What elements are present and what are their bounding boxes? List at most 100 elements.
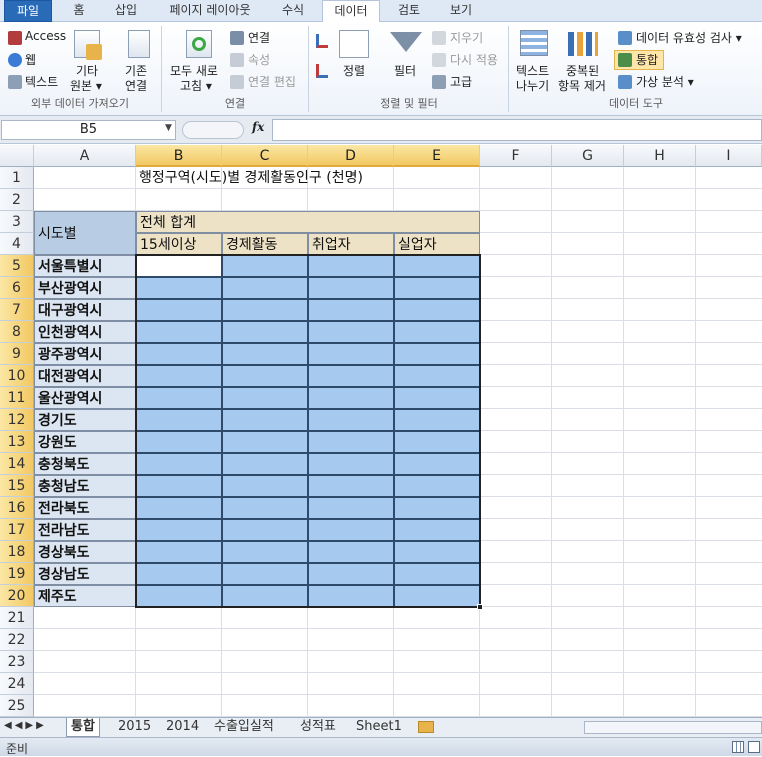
row-header[interactable]: 20 [0,585,34,607]
row-header[interactable]: 13 [0,431,34,453]
existing-connections-label-2[interactable]: 연결 [125,77,147,94]
column-header-c[interactable]: C [222,145,308,167]
row-header[interactable]: 21 [0,607,34,629]
tab-view[interactable]: 보기 [440,0,482,22]
connections-button[interactable]: 연결 [248,29,270,46]
advanced-filter-button[interactable]: 고급 [450,73,472,90]
row-header[interactable]: 24 [0,673,34,695]
other-sources-label-2[interactable]: 원본 ▾ [70,77,102,94]
row-header[interactable]: 14 [0,453,34,475]
properties-button[interactable]: 속성 [248,51,270,68]
row-header[interactable]: 9 [0,343,34,365]
column-header-e[interactable]: E [394,145,480,167]
sub-header-cell[interactable]: 15세이상 [136,233,222,255]
row-header[interactable]: 5 [0,255,34,277]
row-header[interactable]: 10 [0,365,34,387]
row-header[interactable]: 12 [0,409,34,431]
tab-home[interactable]: 홈 [62,0,96,22]
sort-button[interactable]: 정렬 [343,62,365,79]
region-cell[interactable]: 서울특별시 [34,255,136,277]
worksheet-grid[interactable]: A B C D E F G H I 1 2 3 4 5 6 7 8 9 10 11 12 13 14 15 16 17 18 19 20… [0,145,762,717]
row-header[interactable]: 2 [0,189,34,211]
row-header[interactable]: 15 [0,475,34,497]
tab-insert[interactable]: 삽입 [106,0,146,22]
fill-handle[interactable] [477,604,483,610]
sheet-tab-2015[interactable]: 2015 [114,718,155,737]
filter-button[interactable]: 필터 [394,62,416,79]
region-cell[interactable]: 경상북도 [34,541,136,563]
from-access-button[interactable]: Access [25,29,66,43]
region-cell[interactable]: 부산광역시 [34,277,136,299]
remove-duplicates-label-2[interactable]: 항목 제거 [558,77,606,94]
row-header[interactable]: 6 [0,277,34,299]
row-header[interactable]: 17 [0,519,34,541]
sheet-tab-consolidate[interactable]: 통합 [66,718,100,737]
text-to-columns-label-2[interactable]: 나누기 [516,77,549,94]
tab-file[interactable]: 파일 [4,0,52,22]
column-header-b[interactable]: B [136,145,222,167]
region-cell[interactable]: 광주광역시 [34,343,136,365]
row-header[interactable]: 22 [0,629,34,651]
tab-review[interactable]: 검토 [388,0,430,22]
region-cell[interactable]: 대전광역시 [34,365,136,387]
region-cell[interactable]: 충청북도 [34,453,136,475]
clear-filter-button[interactable]: 지우기 [450,29,483,46]
select-all-corner[interactable] [0,145,34,167]
region-cell[interactable]: 경기도 [34,409,136,431]
column-header-a[interactable]: A [34,145,136,167]
column-header-d[interactable]: D [308,145,394,167]
region-cell[interactable]: 경상남도 [34,563,136,585]
row-header[interactable]: 16 [0,497,34,519]
edit-links-button[interactable]: 연결 편집 [248,73,296,90]
region-cell[interactable]: 충청남도 [34,475,136,497]
row-header[interactable]: 25 [0,695,34,717]
formula-input[interactable] [272,119,762,141]
sub-header-cell[interactable]: 실업자 [394,233,480,255]
sort-descending-icon[interactable] [316,64,328,78]
tab-formulas[interactable]: 수식 [272,0,314,22]
normal-view-icon[interactable] [732,741,744,753]
region-header-cell[interactable]: 시도별 [34,211,136,255]
tab-data[interactable]: 데이터 [322,0,380,23]
region-cell[interactable]: 강원도 [34,431,136,453]
row-header[interactable]: 7 [0,299,34,321]
consolidate-button[interactable]: 통합 [636,51,658,68]
sheet-tab-grades[interactable]: 성적표 [296,718,340,737]
region-cell[interactable]: 제주도 [34,585,136,607]
region-cell[interactable]: 전라남도 [34,519,136,541]
sub-header-cell[interactable]: 취업자 [308,233,394,255]
what-if-analysis-button[interactable]: 가상 분석 ▾ [636,73,694,90]
row-header[interactable]: 8 [0,321,34,343]
tab-page-layout[interactable]: 페이지 레이아웃 [156,0,264,22]
sheet-title[interactable]: 행정구역(시도)별 경제활동인구 (천명) [136,167,466,189]
from-web-button[interactable]: 웹 [25,51,36,68]
column-header-g[interactable]: G [552,145,624,167]
page-layout-view-icon[interactable] [748,741,760,753]
row-header[interactable]: 18 [0,541,34,563]
column-header-f[interactable]: F [480,145,552,167]
row-header[interactable]: 11 [0,387,34,409]
insert-sheet-icon[interactable] [418,721,434,733]
sub-header-cell[interactable]: 경제활동 [222,233,308,255]
column-header-h[interactable]: H [624,145,696,167]
region-cell[interactable]: 울산광역시 [34,387,136,409]
region-cell[interactable]: 전라북도 [34,497,136,519]
reapply-button[interactable]: 다시 적용 [450,51,498,68]
row-header[interactable]: 1 [0,167,34,189]
row-header[interactable]: 23 [0,651,34,673]
refresh-all-label-2[interactable]: 고침 ▾ [180,77,212,94]
sheet-tab-2014[interactable]: 2014 [162,718,203,737]
data-validation-button[interactable]: 데이터 유효성 검사 ▾ [636,29,742,46]
insert-function-icon[interactable]: fx [252,120,264,134]
chevron-down-icon[interactable]: ▼ [165,123,172,133]
region-cell[interactable]: 인천광역시 [34,321,136,343]
column-header-i[interactable]: I [696,145,762,167]
sheet-tab-sheet1[interactable]: Sheet1 [352,718,406,737]
name-box[interactable]: B5 [1,120,176,140]
sheet-tab-trade[interactable]: 수출입실적 [210,718,278,737]
horizontal-scrollbar[interactable] [584,721,762,734]
row-header[interactable]: 4 [0,233,34,255]
row-header[interactable]: 19 [0,563,34,585]
sheet-nav-arrows-icon[interactable]: ◀◀▶▶ [4,720,47,731]
region-cell[interactable]: 대구광역시 [34,299,136,321]
